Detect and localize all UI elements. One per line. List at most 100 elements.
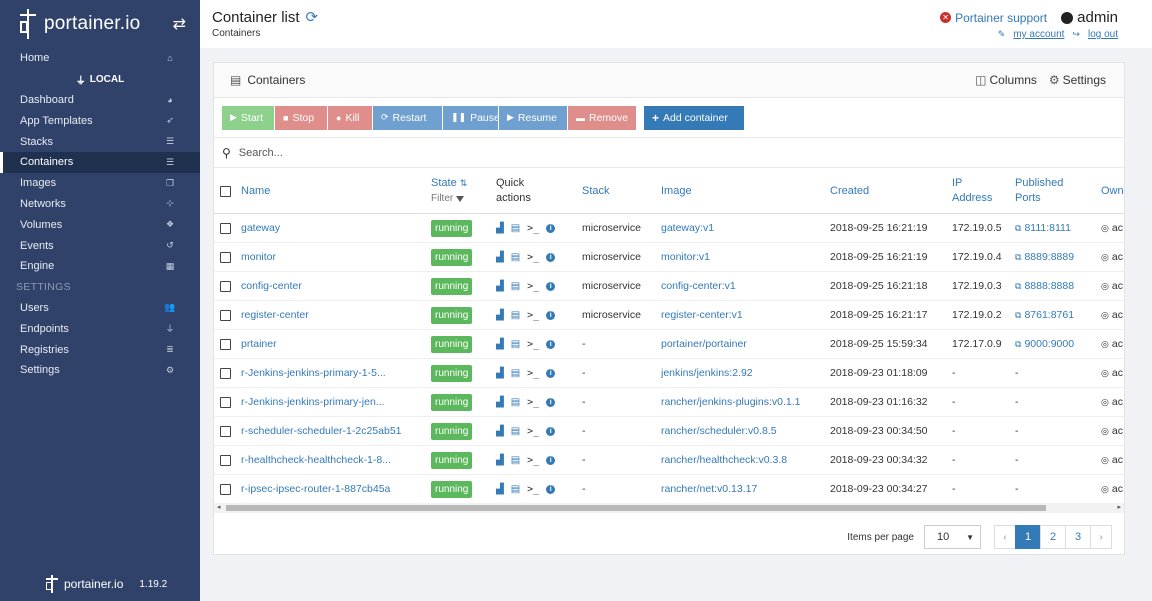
row-checkbox[interactable] bbox=[220, 425, 231, 437]
stats-icon[interactable]: ▟ bbox=[496, 455, 504, 466]
console-icon[interactable]: >_ bbox=[527, 426, 539, 437]
info-icon[interactable]: i bbox=[546, 339, 556, 349]
console-icon[interactable]: >_ bbox=[527, 397, 539, 408]
console-icon[interactable]: >_ bbox=[527, 223, 539, 234]
row-checkbox[interactable] bbox=[220, 280, 231, 292]
sidebar-item-containers[interactable]: Containers ☰ bbox=[0, 151, 200, 173]
my-account-link[interactable]: my account bbox=[1013, 29, 1064, 40]
row-checkbox[interactable] bbox=[220, 222, 231, 234]
info-icon[interactable]: i bbox=[546, 426, 556, 436]
stats-icon[interactable]: ▟ bbox=[496, 310, 504, 321]
sidebar-item-engine[interactable]: Engine ▦ bbox=[0, 256, 200, 277]
console-icon[interactable]: >_ bbox=[527, 252, 539, 263]
console-icon[interactable]: >_ bbox=[527, 339, 539, 350]
row-checkbox[interactable] bbox=[220, 454, 231, 466]
container-name-link[interactable]: r-healthcheck-healthcheck-1-8... bbox=[241, 446, 421, 474]
log-out-link[interactable]: log out bbox=[1088, 29, 1118, 40]
pagination-page-2[interactable]: 2 bbox=[1040, 525, 1066, 549]
columns-button[interactable]: ◫ Columns bbox=[975, 73, 1037, 87]
state-filter[interactable]: Filter bbox=[431, 191, 467, 206]
container-name-link[interactable]: config-center bbox=[241, 272, 421, 300]
info-icon[interactable]: i bbox=[546, 310, 556, 320]
pagination-next[interactable]: › bbox=[1090, 525, 1112, 549]
scrollbar-thumb[interactable] bbox=[226, 505, 1046, 511]
info-icon[interactable]: i bbox=[546, 484, 556, 494]
image-link[interactable]: rancher/healthcheck:v0.3.8 bbox=[661, 446, 823, 474]
stats-icon[interactable]: ▟ bbox=[496, 397, 504, 408]
logs-icon[interactable]: ▤ bbox=[511, 368, 520, 379]
column-stack[interactable]: Stack bbox=[582, 169, 657, 213]
image-link[interactable]: portainer/portainer bbox=[661, 330, 823, 358]
logs-icon[interactable]: ▤ bbox=[511, 252, 520, 263]
brand-logo[interactable]: portainer.io bbox=[18, 9, 140, 39]
exchange-icon[interactable]: ⇄ bbox=[173, 14, 186, 34]
sidebar-item-endpoints[interactable]: Endpoints ⏚ bbox=[0, 318, 200, 339]
logs-icon[interactable]: ▤ bbox=[511, 397, 520, 408]
items-per-page-select[interactable]: 10 ▼ bbox=[924, 525, 981, 549]
stats-icon[interactable]: ▟ bbox=[496, 484, 504, 495]
sidebar-item-home[interactable]: Home ⌂ bbox=[0, 48, 200, 69]
logs-icon[interactable]: ▤ bbox=[511, 455, 520, 466]
logs-icon[interactable]: ▤ bbox=[511, 339, 520, 350]
sidebar-item-app-templates[interactable]: App Templates ➶ bbox=[0, 110, 200, 131]
stats-icon[interactable]: ▟ bbox=[496, 252, 504, 263]
row-checkbox[interactable] bbox=[220, 251, 231, 263]
console-icon[interactable]: >_ bbox=[527, 484, 539, 495]
image-link[interactable]: monitor:v1 bbox=[661, 243, 823, 271]
support-link[interactable]: ✕ Portainer support bbox=[940, 11, 1047, 25]
column-published-ports[interactable]: Published Ports bbox=[1015, 169, 1097, 213]
info-icon[interactable]: i bbox=[546, 368, 556, 378]
stats-icon[interactable]: ▟ bbox=[496, 368, 504, 379]
stats-icon[interactable]: ▟ bbox=[496, 339, 504, 350]
column-state[interactable]: State ⇅ Filter bbox=[431, 169, 493, 213]
info-icon[interactable]: i bbox=[546, 281, 556, 291]
row-checkbox[interactable] bbox=[220, 338, 231, 350]
image-link[interactable]: config-center:v1 bbox=[661, 272, 823, 300]
add-container-button[interactable]: + Add container bbox=[644, 105, 744, 130]
logs-icon[interactable]: ▤ bbox=[511, 310, 520, 321]
sidebar-item-stacks[interactable]: Stacks ☰ bbox=[0, 131, 200, 152]
published-port-link[interactable]: ⧉ 8761:8761 bbox=[1015, 301, 1097, 329]
start-button[interactable]: ▶ Start bbox=[222, 105, 274, 130]
sidebar-item-networks[interactable]: Networks ⊹ bbox=[0, 194, 200, 215]
row-checkbox[interactable] bbox=[220, 309, 231, 321]
refresh-icon[interactable]: ⟳ bbox=[306, 8, 319, 26]
pagination-prev[interactable]: ‹ bbox=[994, 525, 1016, 549]
image-link[interactable]: rancher/net:v0.13.17 bbox=[661, 475, 823, 503]
stats-icon[interactable]: ▟ bbox=[496, 223, 504, 234]
sidebar-item-events[interactable]: Events ↺ bbox=[0, 235, 200, 256]
pagination-page-3[interactable]: 3 bbox=[1065, 525, 1091, 549]
column-image[interactable]: Image bbox=[661, 169, 823, 213]
column-created[interactable]: Created bbox=[830, 169, 948, 213]
select-all-checkbox[interactable] bbox=[220, 185, 231, 197]
sidebar-item-images[interactable]: Images ❐ bbox=[0, 173, 200, 194]
console-icon[interactable]: >_ bbox=[527, 310, 539, 321]
container-name-link[interactable]: r-scheduler-scheduler-1-2c25ab51 bbox=[241, 417, 421, 445]
stats-icon[interactable]: ▟ bbox=[496, 281, 504, 292]
sidebar-item-volumes[interactable]: Volumes ❖ bbox=[0, 214, 200, 235]
logs-icon[interactable]: ▤ bbox=[511, 484, 520, 495]
image-link[interactable]: register-center:v1 bbox=[661, 301, 823, 329]
published-port-link[interactable]: ⧉ 8111:8111 bbox=[1015, 214, 1097, 242]
container-name-link[interactable]: register-center bbox=[241, 301, 421, 329]
info-icon[interactable]: i bbox=[546, 223, 556, 233]
sidebar-item-users[interactable]: Users 👥 bbox=[0, 298, 200, 319]
scroll-left-icon[interactable]: ◂ bbox=[217, 503, 221, 511]
container-name-link[interactable]: r-ipsec-ipsec-router-1-887cb45a bbox=[241, 475, 421, 503]
image-link[interactable]: rancher/jenkins-plugins:v0.1.1 bbox=[661, 388, 823, 416]
search-input[interactable] bbox=[238, 146, 739, 159]
column-name[interactable]: Name bbox=[241, 169, 421, 213]
stats-icon[interactable]: ▟ bbox=[496, 426, 504, 437]
published-port-link[interactable]: ⧉ 8889:8889 bbox=[1015, 243, 1097, 271]
pagination-page-1[interactable]: 1 bbox=[1015, 525, 1041, 549]
remove-button[interactable]: ▬ Remove bbox=[568, 105, 636, 130]
info-icon[interactable]: i bbox=[546, 252, 556, 262]
published-port-link[interactable]: ⧉ 9000:9000 bbox=[1015, 330, 1097, 358]
console-icon[interactable]: >_ bbox=[527, 368, 539, 379]
resume-button[interactable]: ▶ Resume bbox=[499, 105, 567, 130]
container-name-link[interactable]: gateway bbox=[241, 214, 421, 242]
column-ip-address[interactable]: IP Address bbox=[952, 169, 1010, 213]
container-name-link[interactable]: prtainer bbox=[241, 330, 421, 358]
horizontal-scrollbar[interactable]: ◂ ▸ bbox=[214, 503, 1124, 513]
sidebar-item-dashboard[interactable]: Dashboard ◕ bbox=[0, 90, 200, 111]
